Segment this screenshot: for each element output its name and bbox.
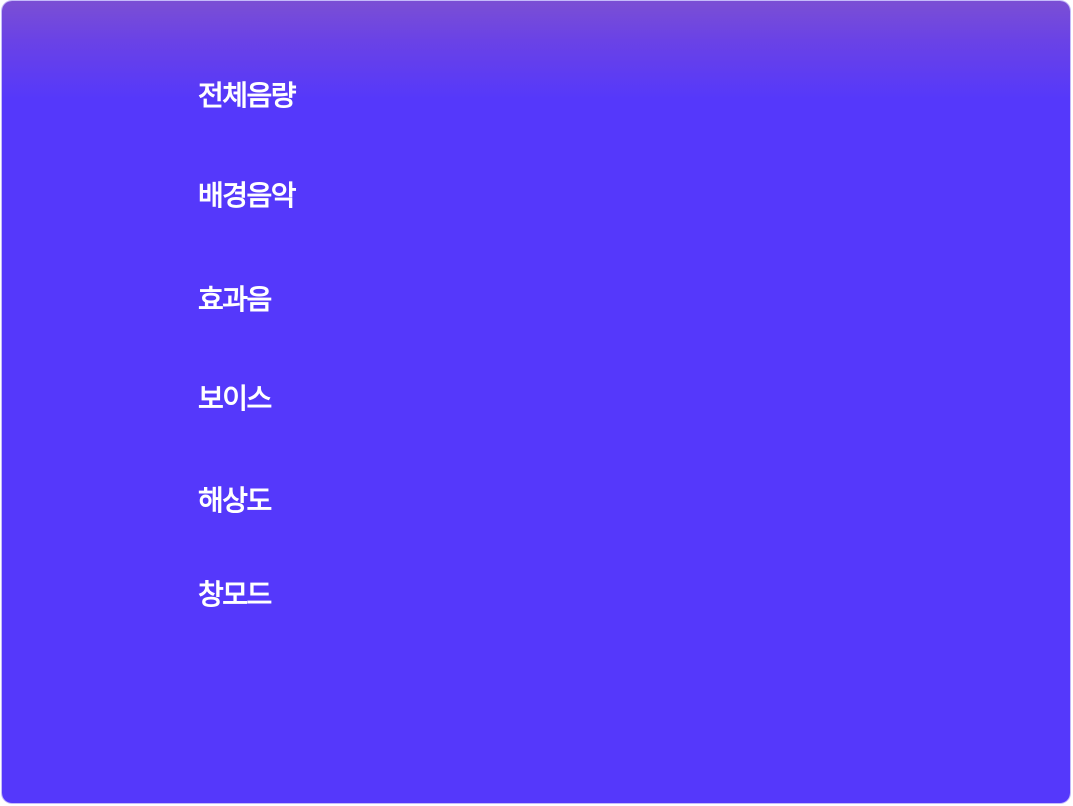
- resolution-label: 해상도: [198, 484, 272, 517]
- voice-label: 보이스: [198, 382, 272, 415]
- master-volume-label: 전체음량: [198, 79, 297, 112]
- background-music-label: 배경음악: [198, 179, 297, 212]
- sound-effects-label: 효과음: [198, 283, 272, 316]
- settings-panel: 전체음량 배경음악 효과음 보이스 해상도 창모드: [2, 1, 1070, 803]
- window-mode-label: 창모드: [198, 578, 272, 611]
